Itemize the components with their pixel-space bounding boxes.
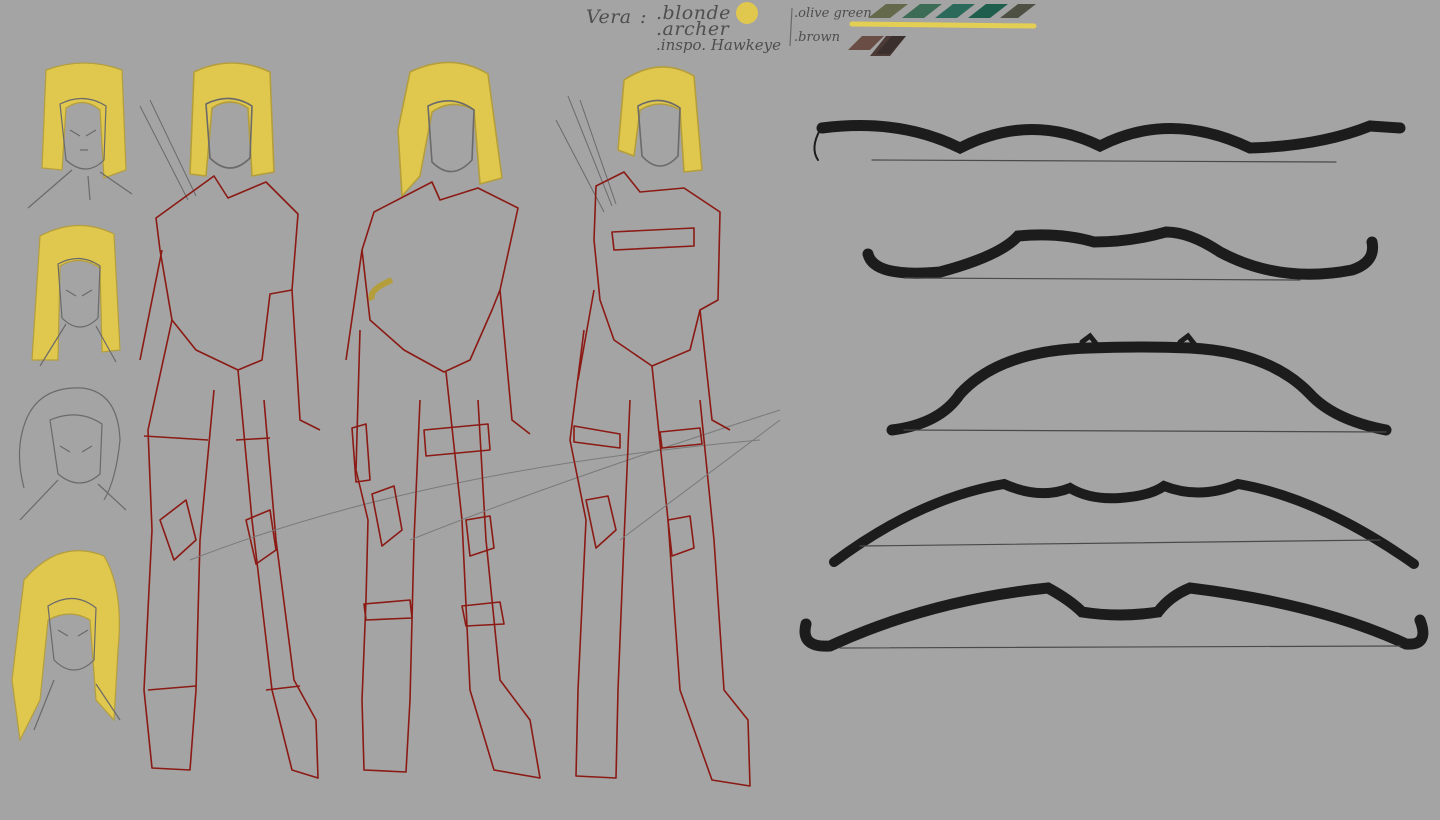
bow-design-4 (829, 478, 1419, 569)
bow-design-3 (886, 332, 1392, 436)
bow-design-2 (862, 226, 1379, 281)
concept-sheet-canvas: Vera : .blonde .archer .inspo. Hawkeye .… (0, 0, 1440, 820)
bow-design-1 (813, 120, 1406, 163)
bow-designs (799, 120, 1429, 652)
bow-design-5 (799, 582, 1429, 652)
